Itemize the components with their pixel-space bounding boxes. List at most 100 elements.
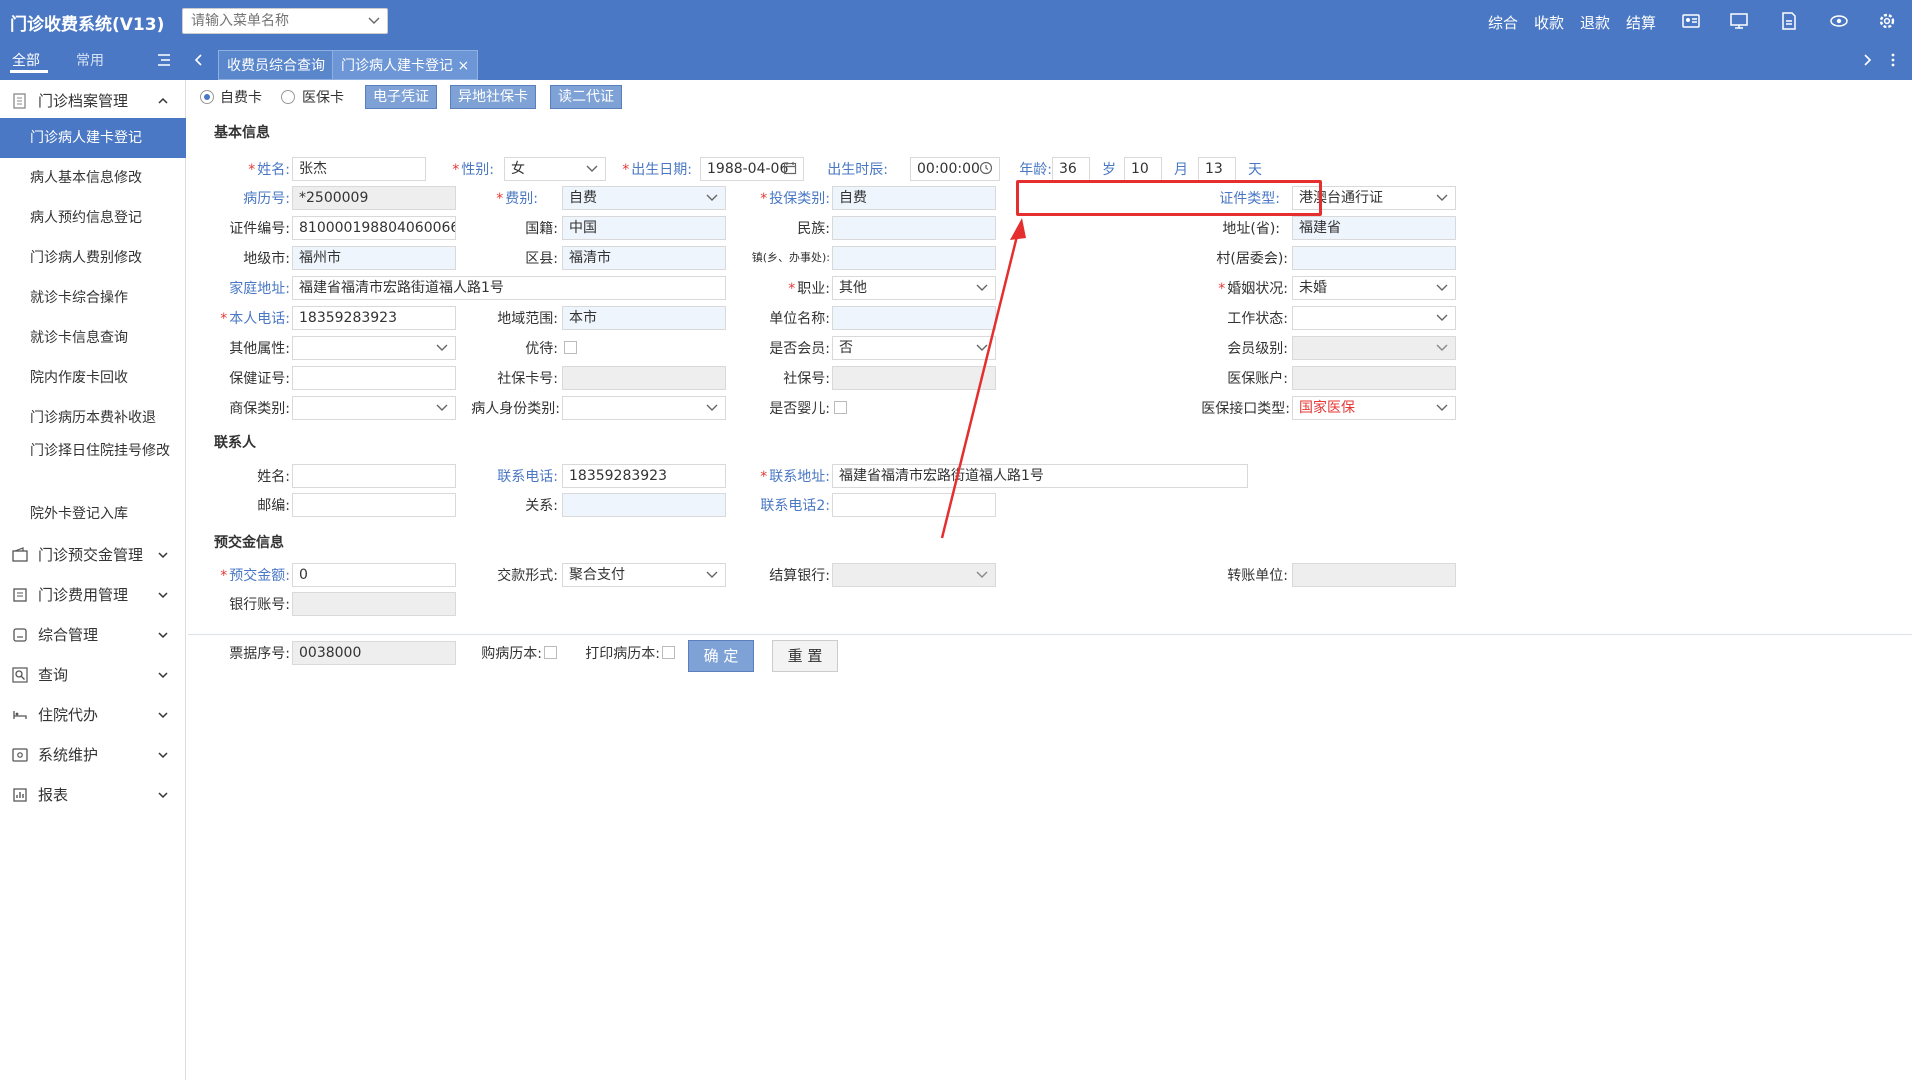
sidebar-group-prepay[interactable]: 门诊预交金管理 bbox=[0, 536, 186, 574]
tab-scroll-right-icon[interactable] bbox=[1860, 52, 1874, 68]
district-field[interactable]: 福清市 bbox=[562, 246, 726, 270]
birth-date-field[interactable]: 1988-04-06 bbox=[700, 157, 804, 181]
id-card-icon[interactable] bbox=[1680, 10, 1702, 32]
menu-collapse-icon[interactable] bbox=[156, 52, 172, 68]
tab-card-registration[interactable]: 门诊病人建卡登记 × bbox=[332, 50, 479, 80]
chevron-down-icon bbox=[586, 165, 598, 172]
sidebar-item-card-operations[interactable]: 就诊卡综合操作 bbox=[0, 278, 186, 318]
insure-type-field[interactable]: 自费 bbox=[832, 186, 996, 210]
nav-refund[interactable]: 退款 bbox=[1580, 12, 1610, 33]
sidebar-group-system[interactable]: 系统维护 bbox=[0, 736, 186, 774]
nav-settle[interactable]: 结算 bbox=[1626, 12, 1656, 33]
eye-icon[interactable] bbox=[1828, 10, 1850, 32]
transfer-unit-field[interactable] bbox=[1292, 563, 1456, 587]
sidebar-tab-all[interactable]: 全部 bbox=[12, 50, 40, 70]
employer-field[interactable] bbox=[832, 306, 996, 330]
contact-name-field[interactable] bbox=[292, 464, 456, 488]
sidebar-item-fee-type-edit[interactable]: 门诊病人费别修改 bbox=[0, 238, 186, 278]
village-label: 村(居委会): bbox=[1216, 251, 1288, 267]
birth-time-field[interactable]: 00:00:00 bbox=[910, 157, 1000, 181]
sidebar-item-void-card-recycle[interactable]: 院内作废卡回收 bbox=[0, 358, 186, 398]
remote-social-card-button[interactable]: 异地社保卡 bbox=[450, 85, 536, 109]
record-no-field[interactable]: *2500009 bbox=[292, 186, 456, 210]
is-member-select[interactable]: 否 bbox=[832, 336, 996, 360]
confirm-button[interactable]: 确 定 bbox=[688, 640, 754, 672]
sidebar-item-card-registration[interactable]: 门诊病人建卡登记 bbox=[0, 118, 186, 158]
sidebar-group-query[interactable]: 查询 bbox=[0, 656, 186, 694]
menu-search-select[interactable] bbox=[182, 8, 388, 34]
nav-collect[interactable]: 收款 bbox=[1534, 12, 1564, 33]
nav-general[interactable]: 综合 bbox=[1488, 12, 1518, 33]
city-field[interactable]: 福州市 bbox=[292, 246, 456, 270]
sidebar-item-record-book-fee[interactable]: 门诊病历本费补收退 bbox=[0, 398, 186, 438]
sidebar-group-archive[interactable]: 门诊档案管理 bbox=[0, 82, 186, 120]
document-icon[interactable] bbox=[1778, 10, 1800, 32]
sidebar-item-appointment-register[interactable]: 病人预约信息登记 bbox=[0, 198, 186, 238]
sidebar-tab-common[interactable]: 常用 bbox=[76, 50, 104, 70]
occupation-select[interactable]: 其他 bbox=[832, 276, 996, 300]
age-years-field[interactable]: 36 bbox=[1052, 157, 1090, 181]
nationality-field[interactable]: 中国 bbox=[562, 216, 726, 240]
sidebar-group-reports[interactable]: 报表 bbox=[0, 776, 186, 814]
tab-cashier-query[interactable]: 收费员综合查询 bbox=[218, 50, 334, 80]
menu-search-input[interactable] bbox=[183, 9, 353, 33]
member-level-select[interactable] bbox=[1292, 336, 1456, 360]
insurance-card-label: 医保卡 bbox=[302, 90, 344, 106]
address-province-field[interactable]: 福建省 bbox=[1292, 216, 1456, 240]
sidebar-group-inpatient-agent[interactable]: 住院代办 bbox=[0, 696, 186, 734]
work-status-select[interactable] bbox=[1292, 306, 1456, 330]
fee-type-select[interactable]: 自费 bbox=[562, 186, 726, 210]
cert-no-field[interactable]: 810000198804060066 bbox=[292, 216, 456, 240]
village-field[interactable] bbox=[1292, 246, 1456, 270]
patient-identity-select[interactable] bbox=[562, 396, 726, 420]
region-scope-field[interactable]: 本市 bbox=[562, 306, 726, 330]
commercial-insurance-select[interactable] bbox=[292, 396, 456, 420]
is-infant-checkbox[interactable] bbox=[834, 401, 847, 414]
sidebar-item-patient-info-edit[interactable]: 病人基本信息修改 bbox=[0, 158, 186, 198]
marital-select[interactable]: 未婚 bbox=[1292, 276, 1456, 300]
insurance-card-radio[interactable] bbox=[281, 90, 295, 104]
close-icon[interactable]: × bbox=[457, 58, 469, 74]
receipt-no-field[interactable]: 0038000 bbox=[292, 641, 456, 665]
read-id-card-button[interactable]: 读二代证 bbox=[550, 85, 622, 109]
health-card-field[interactable] bbox=[292, 366, 456, 390]
insurance-account-field[interactable] bbox=[1292, 366, 1456, 390]
tab-scroll-left-icon[interactable] bbox=[192, 52, 206, 68]
postcode-field[interactable] bbox=[292, 493, 456, 517]
payment-method-select[interactable]: 聚合支付 bbox=[562, 563, 726, 587]
age-months-field[interactable]: 10 bbox=[1124, 157, 1162, 181]
name-field[interactable]: 张杰 bbox=[292, 157, 426, 181]
home-address-field[interactable]: 福建省福清市宏路街道福人路1号 bbox=[292, 276, 726, 300]
sidebar-group-fees[interactable]: 门诊费用管理 bbox=[0, 576, 186, 614]
print-record-book-checkbox[interactable] bbox=[662, 646, 675, 659]
ethnicity-field[interactable] bbox=[832, 216, 996, 240]
buy-record-book-checkbox[interactable] bbox=[544, 646, 557, 659]
sidebar-item-external-card-stock[interactable]: 院外卡登记入库 bbox=[0, 494, 186, 534]
sidebar-group-general[interactable]: 综合管理 bbox=[0, 616, 186, 654]
contact-address-field[interactable]: 福建省福清市宏路街道福人路1号 bbox=[832, 464, 1248, 488]
sidebar-item-card-query[interactable]: 就诊卡信息查询 bbox=[0, 318, 186, 358]
phone-field[interactable]: 18359283923 bbox=[292, 306, 456, 330]
self-pay-card-radio[interactable] bbox=[200, 90, 214, 104]
monitor-icon[interactable] bbox=[1728, 10, 1750, 32]
relation-field[interactable] bbox=[562, 493, 726, 517]
tab-more-icon[interactable] bbox=[1886, 52, 1900, 68]
bank-select[interactable] bbox=[832, 563, 996, 587]
town-field[interactable] bbox=[832, 246, 996, 270]
other-attr-select[interactable] bbox=[292, 336, 456, 360]
social-no-field[interactable] bbox=[832, 366, 996, 390]
social-card-field[interactable] bbox=[562, 366, 726, 390]
prepay-amount-field[interactable]: 0 bbox=[292, 563, 456, 587]
sidebar-item-inpatient-register-edit[interactable]: 门诊择日住院挂号修改 bbox=[0, 438, 186, 486]
contact-phone-field[interactable]: 18359283923 bbox=[562, 464, 726, 488]
e-voucher-button[interactable]: 电子凭证 bbox=[365, 85, 437, 109]
gear-icon[interactable] bbox=[1876, 10, 1898, 32]
other-attr-label: 其他属性: bbox=[229, 341, 290, 357]
age-days-field[interactable]: 13 bbox=[1198, 157, 1236, 181]
contact-phone2-field[interactable] bbox=[832, 493, 996, 517]
priority-checkbox[interactable] bbox=[564, 341, 577, 354]
insurance-interface-select[interactable]: 国家医保 bbox=[1292, 396, 1456, 420]
bank-account-field[interactable] bbox=[292, 592, 456, 616]
reset-button[interactable]: 重 置 bbox=[772, 640, 838, 672]
gender-select[interactable]: 女 bbox=[504, 157, 606, 181]
